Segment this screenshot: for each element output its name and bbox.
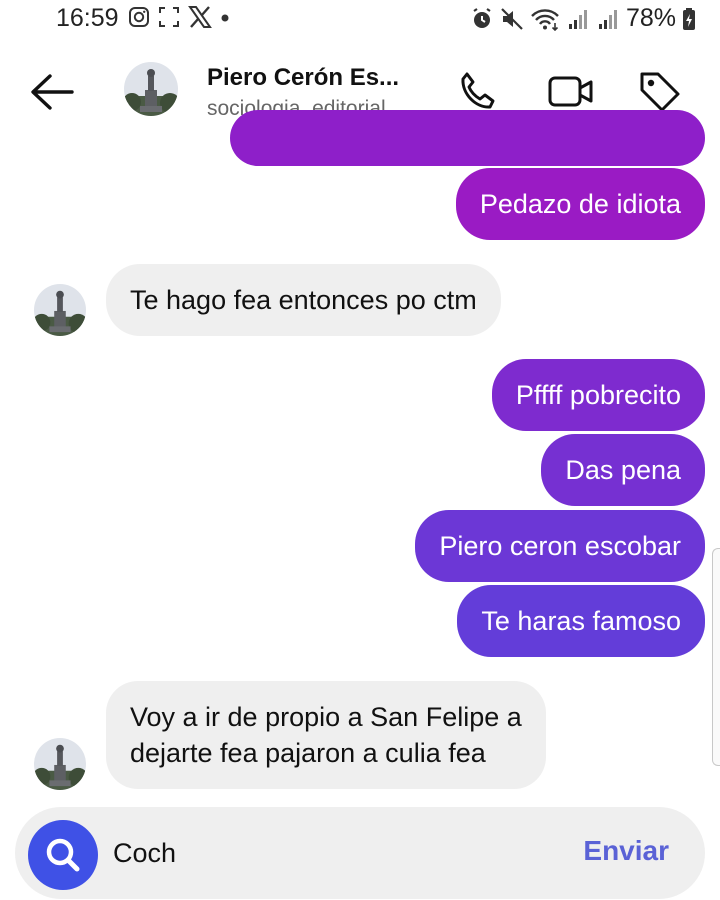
sender-avatar[interactable] [34, 738, 86, 790]
signal-1-icon [568, 9, 587, 29]
alarm-icon [473, 7, 491, 28]
video-call-button[interactable] [547, 68, 595, 116]
sender-avatar[interactable] [34, 284, 86, 336]
message-bubble-outgoing[interactable]: Das pena [541, 434, 705, 506]
send-button[interactable]: Enviar [583, 835, 669, 867]
message-input[interactable] [113, 833, 553, 873]
tag-button[interactable] [636, 68, 684, 116]
scroll-handle[interactable] [712, 548, 720, 766]
message-bubble-incoming[interactable]: Voy a ir de propio a San Felipe a dejart… [106, 681, 546, 789]
instagram-icon [129, 7, 149, 27]
message-bubble-outgoing[interactable]: Te haras famoso [457, 585, 705, 657]
x-app-icon [188, 6, 212, 28]
monument-avatar-icon [34, 738, 86, 790]
battery-percentage: 78% [625, 4, 676, 32]
battery-charging-icon [683, 7, 695, 30]
message-bubble-outgoing[interactable]: Pedazo de idiota [455, 168, 705, 240]
phone-icon [461, 72, 495, 109]
message-text: Pedazo de idiota [479, 189, 681, 219]
screenshot-icon [159, 7, 179, 27]
message-bubble-outgoing[interactable]: Piero ceron escobar [415, 510, 705, 582]
status-time: 16:59 [56, 4, 119, 32]
arrow-left-icon [31, 74, 74, 110]
voice-call-button[interactable] [453, 68, 501, 116]
contact-name[interactable]: Piero Cerón Es... [207, 64, 399, 92]
system-icons: 78% [470, 4, 696, 33]
search-button[interactable] [28, 820, 98, 890]
monument-avatar-icon [124, 62, 178, 116]
video-camera-icon [548, 76, 593, 107]
mute-icon [501, 7, 523, 30]
message-text: Piero ceron escobar [439, 531, 681, 561]
message-text: Te haras famoso [481, 606, 681, 636]
back-button[interactable] [26, 70, 78, 114]
status-bar: 16:59 78% [0, 0, 720, 38]
message-text: Te hago fea entonces po ctm [130, 285, 477, 315]
contact-avatar[interactable] [124, 62, 178, 116]
message-text: Das pena [565, 455, 681, 485]
message-text: Pffff pobrecito [515, 380, 681, 410]
message-text: Voy a ir de propio a San Felipe a dejart… [130, 702, 522, 768]
more-notifications-dot-icon [221, 14, 229, 22]
message-bubble-incoming[interactable]: Te hago fea entonces po ctm [106, 264, 501, 336]
notification-icons [128, 6, 230, 28]
message-bubble-outgoing[interactable]: Pffff pobrecito [491, 359, 705, 431]
message-bubble-outgoing[interactable] [230, 110, 705, 166]
signal-2-icon [598, 9, 617, 29]
search-icon [46, 838, 80, 872]
monument-avatar-icon [34, 284, 86, 336]
wifi-icon [531, 8, 559, 31]
message-composer: Enviar [15, 807, 705, 899]
tag-icon [640, 72, 680, 112]
